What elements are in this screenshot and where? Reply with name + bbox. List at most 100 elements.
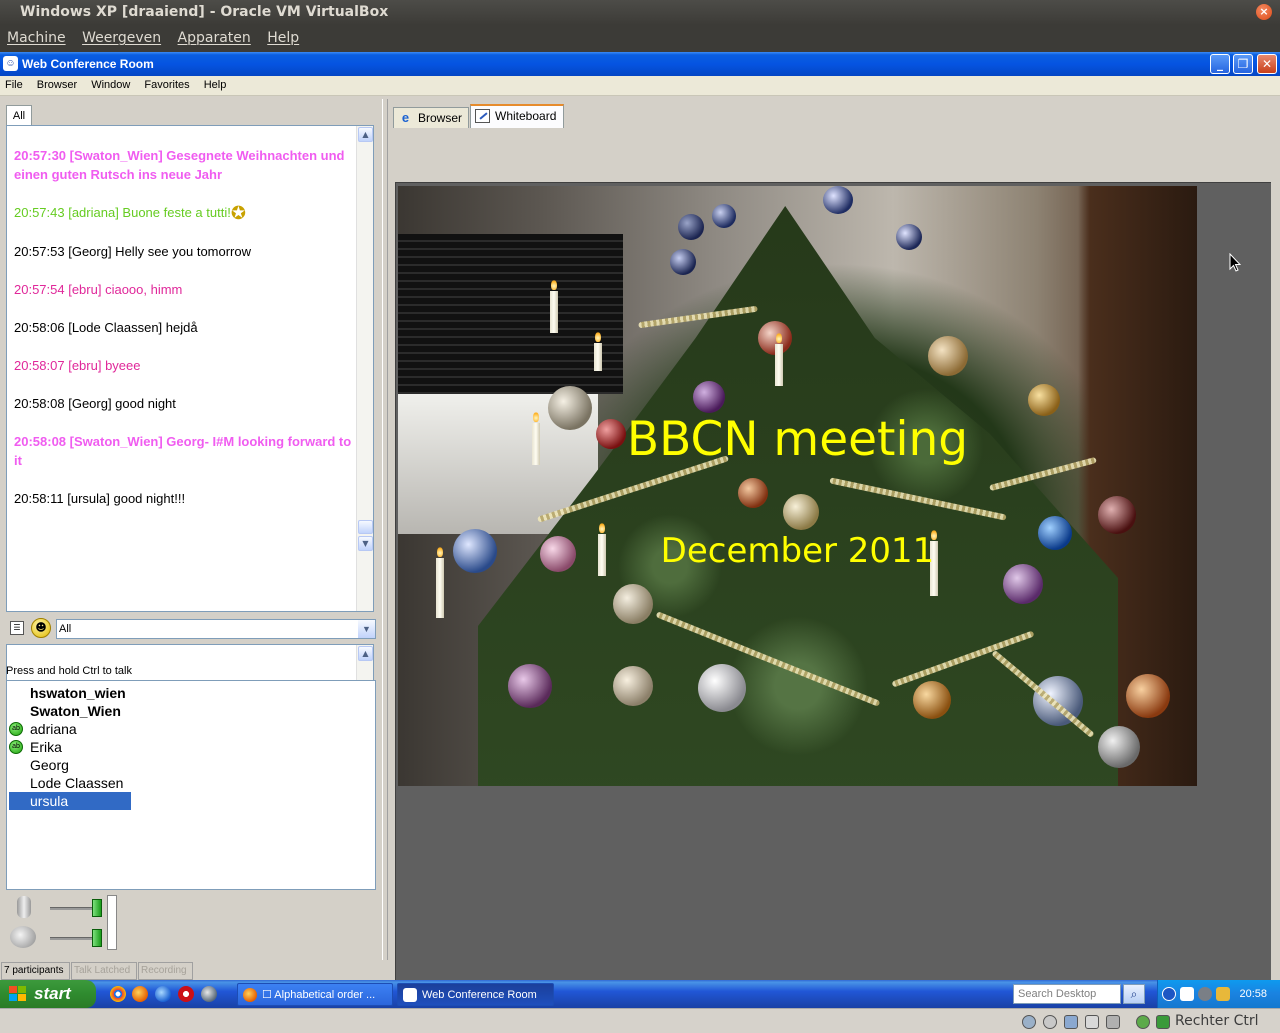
network-tray-icon[interactable] [1198,987,1212,1001]
chat-message-text: 20:58:06 [Lode Claassen] hejdå [14,320,198,335]
chevron-down-icon[interactable]: ▼ [358,620,375,638]
ornament [913,681,951,719]
host-menu-help[interactable]: Help [260,25,299,46]
shared-folder-icon[interactable] [1085,1015,1099,1029]
ornament [823,186,853,214]
chat-message-text: 20:58:08 [Georg] good night [14,396,176,411]
taskbar-item-label: Web Conference Room [422,989,537,1001]
taskbar-item-web-conference-room[interactable]: Web Conference Room [397,983,554,1006]
chat-scrollbar[interactable]: ▲ ▼ [356,126,373,611]
talk-badge-icon: ab [9,722,23,736]
minimize-button[interactable]: _ [1210,54,1230,74]
ornament [783,494,819,530]
conference-tray-icon[interactable] [1180,987,1194,1001]
scroll-up-icon[interactable]: ▲ [358,646,373,661]
chat-toolbar: ☰ ☻ All ▼ [6,617,376,641]
close-button[interactable]: ✕ [1257,54,1277,74]
chat-message-list: 20:57:30 [Swaton_Wien] Gesegnete Weihnac… [14,146,352,527]
speaker-volume-thumb[interactable] [92,929,102,947]
chat-history: 20:57:30 [Swaton_Wien] Gesegnete Weihnac… [6,125,374,612]
app-quicklaunch-icon[interactable] [201,986,217,1002]
ornament [698,664,746,712]
host-close-button[interactable]: × [1256,4,1272,20]
opera-icon[interactable] [178,986,194,1002]
windows-taskbar: start ☐ Alphabetical order ... Web Confe… [0,980,1280,1008]
taskbar-item-label: ☐ Alphabetical order ... [262,989,376,1001]
desktop-search-input[interactable]: Search Desktop [1013,984,1121,1004]
candle [594,332,602,371]
chat-message-text: 20:57:53 [Georg] Helly see you tomorrow [14,244,252,259]
ornament [693,381,725,413]
ornament [508,664,552,708]
windows-flag-icon [9,986,27,1002]
chat-message-text: 20:58:11 [ursula] good night!!! [14,491,186,506]
chrome-icon[interactable] [110,986,126,1002]
restore-button[interactable]: ❐ [1233,54,1253,74]
ornament [613,666,653,706]
firefox-icon[interactable] [132,986,148,1002]
search-icon[interactable]: ⌕ [1123,984,1145,1004]
internet-explorer-icon[interactable] [155,986,171,1002]
whiteboard-icon [475,109,490,123]
mic-volume-thumb[interactable] [92,899,102,917]
app-title: Web Conference Room [22,57,154,71]
tab-all[interactable]: All [6,105,32,126]
mouse-cursor-icon [1229,253,1241,272]
host-menu-weergeven[interactable]: Weergeven [75,25,161,46]
panel-splitter[interactable] [382,99,388,960]
host-menu-machine[interactable]: Machine [0,25,66,46]
tab-browser[interactable]: e Browser [393,107,469,128]
ornament [613,584,653,624]
scroll-up-icon[interactable]: ▲ [358,127,373,142]
security-tray-icon[interactable] [1216,987,1230,1001]
host-menu-apparaten[interactable]: Apparaten [171,25,251,46]
chat-message-text: 20:57:30 [Swaton_Wien] Gesegnete Weihnac… [14,148,345,182]
menu-favorites[interactable]: Favorites [139,76,195,91]
menu-help[interactable]: Help [199,76,233,91]
candle [550,280,558,333]
whiteboard-title: BBCN meeting [626,412,969,467]
app-title-bar: ☺ Web Conference Room _ ❐ ✕ [0,52,1280,76]
participant-item[interactable]: ursula [9,792,131,810]
participant-item[interactable]: Georg [7,756,69,774]
scroll-down-icon[interactable]: ▼ [358,536,373,551]
ornament [928,336,968,376]
participant-item[interactable]: Swaton_Wien [7,702,121,720]
ornament [1098,496,1136,534]
scroll-thumb[interactable] [358,520,373,534]
participant-name: Lode Claassen [30,775,124,791]
tab-whiteboard-label: Whiteboard [495,109,557,123]
ornament [670,249,696,275]
tab-whiteboard[interactable]: Whiteboard [470,104,564,128]
talk-latched-indicator: Talk Latched [71,962,137,980]
participant-name: Erika [30,739,62,755]
participant-item[interactable]: Lode Claassen [7,774,123,792]
whiteboard-canvas[interactable]: BBCN meeting December 2011 [393,180,1273,1002]
participant-item[interactable]: hswaton_wien [7,684,126,702]
participant-item[interactable]: ab Erika [7,738,62,756]
ornament [738,478,768,508]
menu-window[interactable]: Window [86,76,136,91]
tab-browser-label: Browser [418,111,463,125]
speaker-icon [10,926,36,948]
menu-browser[interactable]: Browser [32,76,83,91]
start-button[interactable]: start [0,980,96,1008]
app-menubar: File Browser Window Favorites Help [0,76,1280,96]
conference-app-icon [403,988,417,1002]
participant-item[interactable]: ab adriana [7,720,77,738]
guest-screen: ☺ Web Conference Room _ ❐ ✕ File Browser… [0,52,1280,1008]
taskbar-item-alphabetical-order[interactable]: ☐ Alphabetical order ... [237,983,393,1006]
capture-icon[interactable] [1136,1015,1150,1029]
participant-list: hswaton_wien Swaton_Wien ab adriana ab Erika G… [6,680,376,890]
smiley-icon[interactable]: ☻ [31,618,51,638]
harddisk-icon[interactable] [1022,1015,1036,1029]
list-icon[interactable]: ☰ [10,621,24,635]
menu-file[interactable]: File [0,76,29,91]
usb-icon[interactable] [1106,1015,1120,1029]
recipient-select[interactable]: All ▼ [56,619,376,639]
tray-expand-icon[interactable] [1162,987,1176,1001]
network-adapter-icon[interactable] [1064,1015,1078,1029]
keyboard-capture-icon[interactable] [1156,1015,1170,1029]
cdrom-icon[interactable] [1043,1015,1057,1029]
host-menubar: Machine Weergeven Apparaten Help [0,25,1280,52]
